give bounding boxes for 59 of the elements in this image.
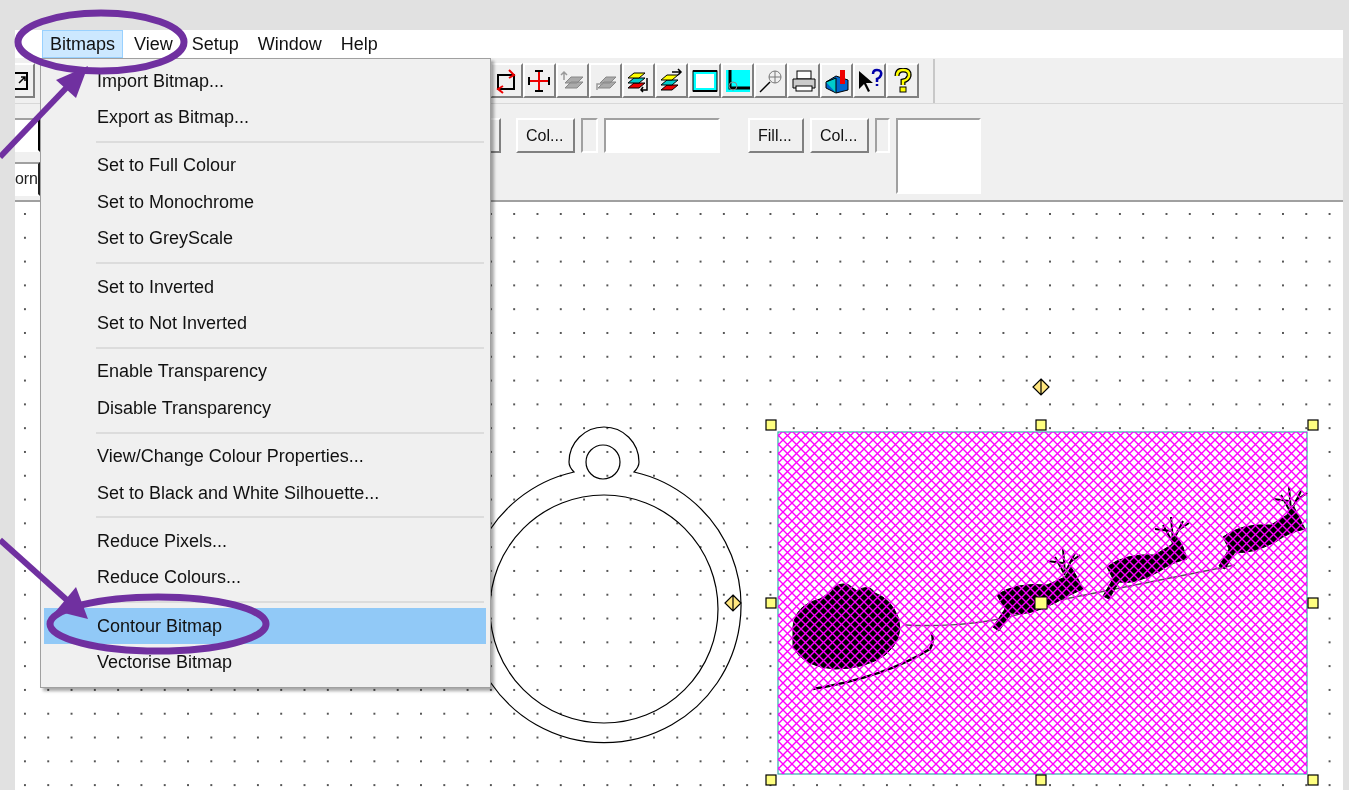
printer-icon [790,67,817,94]
menu-bar-item[interactable]: Setup [183,30,247,58]
resize-handle[interactable] [1307,419,1319,431]
corner-icon [724,67,751,94]
page-icon [15,70,29,91]
layers-icon [658,67,685,94]
resize-handle[interactable] [1035,419,1047,431]
menu-item[interactable]: Reduce Pixels... [44,523,486,560]
rotate-handle[interactable] [724,594,742,612]
toolbar-button[interactable] [15,63,35,98]
menu-bar-item[interactable]: Bitmaps [42,30,124,58]
rotate-handle[interactable] [1032,378,1050,396]
toolbar-button[interactable] [523,63,556,98]
menu-item[interactable]: Set to Monochrome [44,184,486,221]
resize-handle[interactable] [1307,774,1319,786]
fill-button[interactable]: Fill... [748,118,804,153]
menu-item[interactable]: Set to Inverted [44,268,486,306]
menu-item[interactable]: Vectorise Bitmap [44,644,486,681]
colour-swatch [581,118,598,153]
menu-bar-item[interactable]: View [126,30,181,58]
menu-item[interactable]: Enable Transparency [44,353,486,391]
cube-icon [823,67,850,94]
toolbar-button[interactable] [622,63,655,98]
resize-handle[interactable] [1035,774,1047,786]
menu-item[interactable]: Disable Transparency [44,390,486,427]
toolbar-button[interactable] [655,63,688,98]
resize-handle[interactable] [765,419,777,431]
resize-handle[interactable] [1307,597,1319,609]
input-field[interactable]: orn [15,162,40,196]
toolbar-button[interactable] [688,63,721,98]
menu-item[interactable]: Set to Black and White Silhouette... [44,474,486,512]
toolbar-button[interactable] [853,63,886,98]
menu-item[interactable]: Reduce Colours... [44,559,486,597]
menu-item[interactable]: Set to Full Colour [44,147,486,185]
menu-item[interactable]: Set to GreyScale [44,220,486,257]
colour-button[interactable]: Col... [516,118,575,153]
menu-item[interactable]: Contour Bitmap [44,608,486,645]
menu-item[interactable]: Export as Bitmap... [44,99,486,136]
help-pointer-icon [856,67,883,94]
menu-item[interactable]: Import Bitmap... [44,63,486,100]
colour-swatch [875,118,890,153]
frame-icon [691,67,718,94]
toolbar-button[interactable] [787,63,820,98]
menu-bar-item[interactable]: Window [249,30,330,58]
colour-button[interactable]: Col... [810,118,869,153]
center-handle[interactable] [1034,596,1048,610]
toolbar-button[interactable] [886,63,919,98]
menu-item[interactable]: View/Change Colour Properties... [44,438,486,475]
toolbar-button[interactable] [490,63,523,98]
toolbar-button[interactable] [820,63,853,98]
toolbar-button[interactable] [721,63,754,98]
zoom-icon [757,67,784,94]
resize-handle[interactable] [765,774,777,786]
menu-item[interactable]: Set to Not Inverted [44,305,486,342]
menu-bar-item[interactable]: Help [332,30,386,58]
hatched-bitmap-image[interactable] [777,431,1308,775]
move-icon [526,67,553,94]
input-field[interactable] [604,118,720,153]
resize-handle[interactable] [765,597,777,609]
